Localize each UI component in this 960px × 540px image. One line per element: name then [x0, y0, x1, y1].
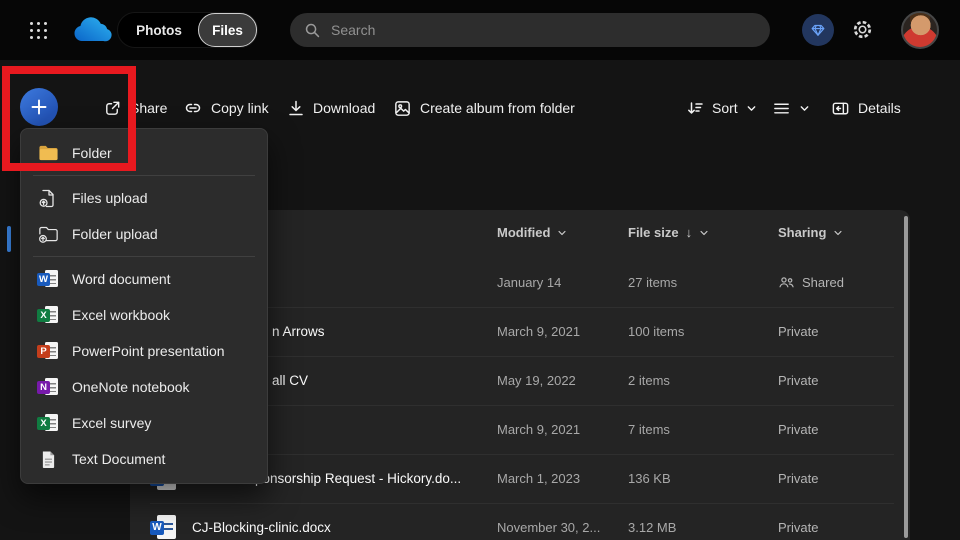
premium-diamond-badge[interactable]: [802, 14, 834, 46]
sharing-value[interactable]: Shared: [778, 258, 898, 307]
nav-selection-indicator: [7, 226, 11, 252]
table-row[interactable]: W CJ-Blocking-clinic.docx November 30, 2…: [130, 503, 910, 540]
search-input[interactable]: Search: [290, 13, 770, 47]
excel-icon: X: [37, 305, 59, 325]
share-icon: [103, 99, 122, 118]
folder-icon: [37, 143, 59, 163]
file-upload-icon: [37, 188, 59, 208]
shared-people-icon: [778, 274, 795, 291]
sort-label: Sort: [712, 100, 738, 116]
download-label: Download: [313, 100, 375, 116]
file-name: W CJ-Blocking-clinic.docx: [150, 503, 490, 540]
powerpoint-icon: P: [37, 341, 59, 361]
menu-item-label: Word document: [72, 271, 171, 287]
search-icon: [304, 22, 321, 39]
image-icon: [393, 99, 412, 118]
text-document-icon: [37, 449, 59, 469]
sharing-value[interactable]: Private: [778, 454, 898, 503]
sharing-value[interactable]: Private: [778, 503, 898, 540]
menu-item-text-document[interactable]: Text Document: [21, 441, 267, 477]
tab-photos[interactable]: Photos: [118, 13, 200, 47]
modified-value: March 9, 2021: [497, 405, 622, 454]
onedrive-app: Photos Files Search: [0, 0, 960, 540]
column-file-size[interactable]: File size ↓: [628, 225, 709, 240]
copy-link-button[interactable]: Copy link: [183, 96, 269, 120]
menu-item-powerpoint-presentation[interactable]: P PowerPoint presentation: [21, 333, 267, 369]
details-label: Details: [858, 100, 901, 116]
details-button[interactable]: Details: [831, 96, 901, 120]
modified-value: January 14: [497, 258, 622, 307]
chevron-down-icon: [833, 228, 843, 238]
download-button[interactable]: Download: [287, 96, 375, 120]
create-album-label: Create album from folder: [420, 100, 575, 116]
create-album-button[interactable]: Create album from folder: [393, 96, 575, 120]
plus-icon: [30, 98, 48, 116]
excel-icon: X: [37, 413, 59, 433]
file-size-value: 136 KB: [628, 454, 758, 503]
search-placeholder: Search: [331, 22, 375, 38]
share-label: Share: [130, 100, 167, 116]
menu-item-excel-survey[interactable]: X Excel survey: [21, 405, 267, 441]
download-icon: [287, 99, 305, 117]
chevron-down-icon: [557, 228, 567, 238]
sort-button[interactable]: Sort: [686, 96, 757, 120]
menu-item-label: Text Document: [72, 451, 165, 467]
new-button[interactable]: [20, 88, 58, 126]
menu-item-label: PowerPoint presentation: [72, 343, 225, 359]
menu-item-excel-workbook[interactable]: X Excel workbook: [21, 297, 267, 333]
menu-item-label: Files upload: [72, 190, 148, 206]
list-view-icon: [772, 99, 791, 118]
file-size-value: 3.12 MB: [628, 503, 758, 540]
menu-item-word-document[interactable]: W Word document: [21, 261, 267, 297]
view-options-button[interactable]: [772, 96, 810, 120]
modified-value: May 19, 2022: [497, 356, 622, 405]
menu-item-label: Excel survey: [72, 415, 151, 431]
details-pane-icon: [831, 99, 850, 118]
column-modified[interactable]: Modified: [497, 225, 567, 240]
top-bar: Photos Files Search: [0, 0, 960, 60]
menu-item-label: OneNote notebook: [72, 379, 190, 395]
menu-item-folder[interactable]: Folder: [21, 135, 267, 171]
new-menu: Folder Files upload Folder upload: [20, 128, 268, 484]
sharing-value[interactable]: Private: [778, 405, 898, 454]
share-button[interactable]: Share: [103, 96, 167, 120]
chevron-down-icon: [699, 228, 709, 238]
menu-item-files-upload[interactable]: Files upload: [21, 180, 267, 216]
sharing-value[interactable]: Private: [778, 307, 898, 356]
onedrive-logo-icon[interactable]: [70, 15, 114, 45]
file-size-value: 27 items: [628, 258, 758, 307]
chevron-down-icon: [799, 103, 810, 114]
file-size-value: 2 items: [628, 356, 758, 405]
menu-item-label: Excel workbook: [72, 307, 170, 323]
copy-link-label: Copy link: [211, 100, 269, 116]
menu-divider: [33, 256, 255, 257]
diamond-icon: [809, 21, 827, 39]
modified-value: March 1, 2023: [497, 454, 622, 503]
menu-item-label: Folder upload: [72, 226, 158, 242]
app-launcher-icon[interactable]: [28, 20, 49, 41]
account-avatar[interactable]: [901, 11, 939, 49]
menu-item-onenote-notebook[interactable]: N OneNote notebook: [21, 369, 267, 405]
link-icon: [183, 98, 203, 118]
menu-item-label: Folder: [72, 145, 112, 161]
file-size-value: 7 items: [628, 405, 758, 454]
word-icon: W: [37, 269, 59, 289]
column-sharing[interactable]: Sharing: [778, 225, 843, 240]
photos-files-toggle: Photos Files: [117, 12, 258, 48]
sort-descending-icon: ↓: [686, 225, 693, 240]
tab-files[interactable]: Files: [198, 13, 257, 47]
onenote-icon: N: [37, 377, 59, 397]
folder-upload-icon: [37, 224, 59, 244]
modified-value: November 30, 2...: [497, 503, 622, 540]
chevron-down-icon: [746, 103, 757, 114]
sort-icon: [686, 99, 704, 117]
modified-value: March 9, 2021: [497, 307, 622, 356]
menu-divider: [33, 175, 255, 176]
settings-gear-icon[interactable]: [851, 18, 874, 41]
file-size-value: 100 items: [628, 307, 758, 356]
sharing-value[interactable]: Private: [778, 356, 898, 405]
vertical-scrollbar[interactable]: [904, 216, 908, 538]
word-file-icon: W: [150, 515, 178, 540]
menu-item-folder-upload[interactable]: Folder upload: [21, 216, 267, 252]
